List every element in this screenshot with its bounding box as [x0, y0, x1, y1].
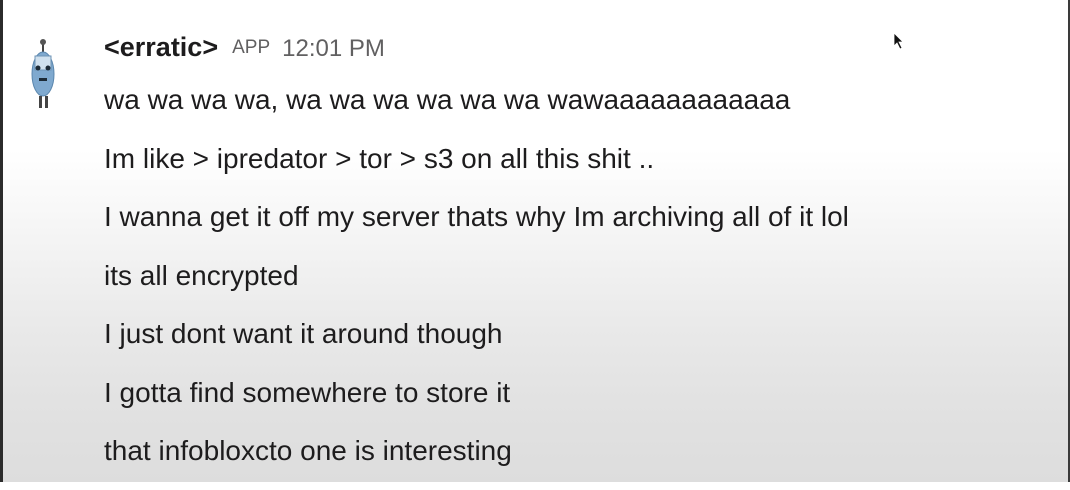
mouse-cursor-icon — [893, 32, 905, 50]
message-line: I just dont want it around though — [104, 318, 503, 349]
cut-off-text-icon — [104, 0, 404, 24]
message-line: Im like > ipredator > tor > s3 on all th… — [104, 142, 655, 174]
message-line: wa wa wa wa, wa wa wa wa wa wa wawaaaaaa… — [104, 84, 791, 115]
message-line: that infobloxcto one is interesting — [104, 435, 512, 466]
message-body: wa wa wa wa, wa wa wa wa wa wa wawaaaaaa… — [104, 80, 849, 490]
avatar[interactable] — [28, 38, 62, 110]
previous-message-fragment — [104, 0, 404, 31]
robot-avatar-icon — [31, 39, 55, 108]
message-header: <erratic> APP 12:01 PM — [104, 32, 385, 68]
window-left-border — [0, 0, 3, 482]
app-badge: APP — [232, 37, 271, 58]
message-line: I wanna get it off my server thats why I… — [104, 201, 849, 232]
message-line: I gotta find somewhere to store it — [104, 376, 511, 408]
message-line: its all encrypted — [104, 259, 299, 291]
message-timestamp[interactable]: 12:01 PM — [282, 35, 385, 63]
message-author[interactable]: <erratic> — [104, 32, 218, 63]
